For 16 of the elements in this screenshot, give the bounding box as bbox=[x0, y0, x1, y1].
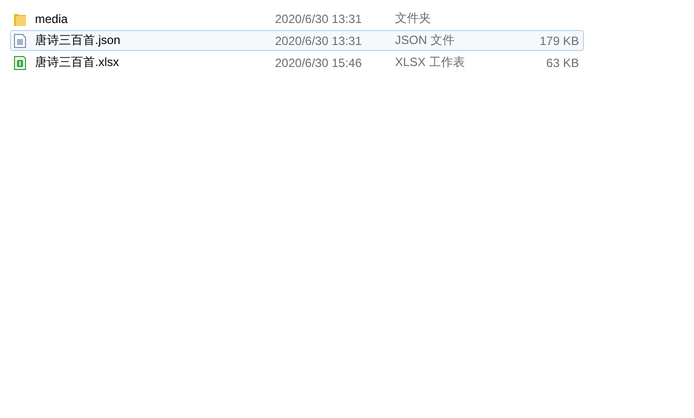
file-type: JSON 文件 bbox=[395, 32, 456, 49]
modified-date: 2020/6/30 13:31 bbox=[275, 12, 363, 26]
file-row[interactable]: 唐诗三百首.json 2020/6/30 13:31 JSON 文件 179 KB bbox=[10, 30, 584, 51]
modified-date: 2020/6/30 13:31 bbox=[275, 34, 363, 48]
file-size: 179 KB bbox=[538, 34, 580, 48]
file-name: 唐诗三百首.xlsx bbox=[35, 54, 119, 71]
file-size: 63 KB bbox=[545, 56, 580, 70]
file-name: 唐诗三百首.json bbox=[35, 32, 120, 49]
modified-date: 2020/6/30 15:46 bbox=[275, 56, 363, 70]
file-type: XLSX 工作表 bbox=[395, 54, 466, 71]
file-row[interactable]: media 2020/6/30 13:31 文件夹 bbox=[10, 8, 584, 29]
spreadsheet-icon bbox=[13, 54, 27, 70]
document-icon bbox=[13, 32, 27, 48]
file-type: 文件夹 bbox=[395, 10, 432, 27]
file-name: media bbox=[35, 12, 68, 26]
file-row[interactable]: 唐诗三百首.xlsx 2020/6/30 15:46 XLSX 工作表 63 KB bbox=[10, 52, 584, 73]
